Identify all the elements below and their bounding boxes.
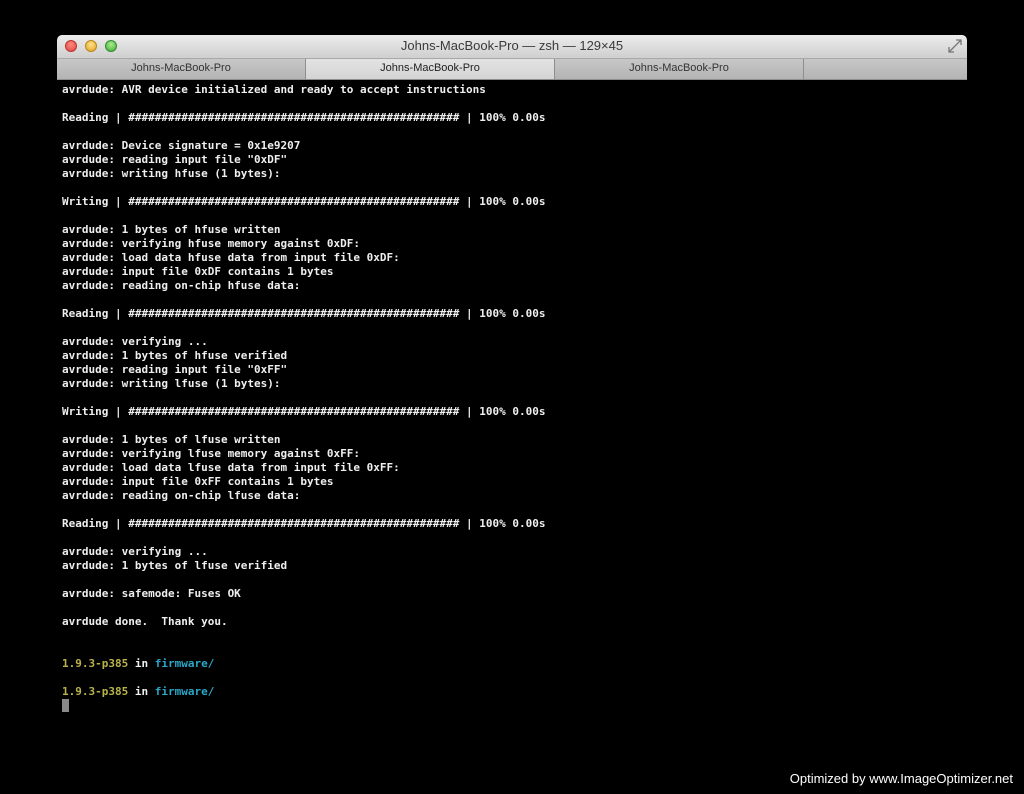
prompt-directory: firmware/ bbox=[154, 685, 215, 698]
text-cursor[interactable] bbox=[62, 699, 69, 712]
terminal-line: avrdude: verifying lfuse memory against … bbox=[62, 447, 361, 460]
terminal-line: avrdude: 1 bytes of hfuse verified bbox=[62, 349, 288, 362]
terminal-line: avrdude: input file 0xDF contains 1 byte… bbox=[62, 265, 334, 278]
watermark-text: Optimized by www.ImageOptimizer.net bbox=[789, 771, 1013, 786]
tab-3[interactable]: Johns-MacBook-Pro bbox=[555, 59, 804, 79]
terminal-line: Writing | ##############################… bbox=[62, 405, 546, 418]
fullscreen-icon[interactable] bbox=[947, 38, 963, 54]
terminal-line: avrdude: verifying ... bbox=[62, 335, 208, 348]
terminal-output[interactable]: avrdude: AVR device initialized and read… bbox=[62, 83, 962, 733]
terminal-line: avrdude: load data hfuse data from input… bbox=[62, 251, 400, 264]
terminal-line: avrdude: input file 0xFF contains 1 byte… bbox=[62, 475, 334, 488]
terminal-line: Reading | ##############################… bbox=[62, 307, 546, 320]
terminal-line: avrdude: load data lfuse data from input… bbox=[62, 461, 400, 474]
terminal-line: avrdude: reading input file "0xFF" bbox=[62, 363, 288, 376]
terminal-line: Writing | ##############################… bbox=[62, 195, 546, 208]
window-title: Johns-MacBook-Pro — zsh — 129×45 bbox=[400, 38, 624, 53]
terminal-window: Johns-MacBook-Pro — zsh — 129×45 Johns-M… bbox=[57, 35, 967, 745]
output-lines: avrdude: AVR device initialized and read… bbox=[62, 83, 962, 657]
prompt-directory: firmware/ bbox=[154, 657, 215, 670]
terminal-line: avrdude: writing lfuse (1 bytes): bbox=[62, 377, 281, 390]
tab-1[interactable]: Johns-MacBook-Pro bbox=[57, 59, 306, 79]
prompt-in: in bbox=[128, 685, 155, 698]
terminal-line: avrdude: 1 bytes of lfuse verified bbox=[62, 559, 288, 572]
terminal-line: Reading | ##############################… bbox=[62, 111, 546, 124]
prompt-line: 1.9.3-p385 in firmware/ bbox=[62, 685, 962, 699]
terminal-line: avrdude: safemode: Fuses OK bbox=[62, 587, 241, 600]
terminal-line: avrdude: reading input file "0xDF" bbox=[62, 153, 288, 166]
terminal-line: avrdude done. Thank you. bbox=[62, 615, 228, 628]
terminal-line: avrdude: verifying hfuse memory against … bbox=[62, 237, 361, 250]
terminal-line: avrdude: 1 bytes of hfuse written bbox=[62, 223, 281, 236]
tab-bar: Johns-MacBook-Pro Johns-MacBook-Pro John… bbox=[57, 59, 967, 80]
tab-bar-empty-area bbox=[804, 59, 967, 79]
cursor-line bbox=[62, 699, 962, 713]
terminal-line: Reading | ##############################… bbox=[62, 517, 546, 530]
terminal-line: avrdude: AVR device initialized and read… bbox=[62, 83, 486, 96]
terminal-line: avrdude: Device signature = 0x1e9207 bbox=[62, 139, 301, 152]
prompt-ruby-version: 1.9.3-p385 bbox=[62, 685, 129, 698]
terminal-line: avrdude: 1 bytes of lfuse written bbox=[62, 433, 281, 446]
prompt-ruby-version: 1.9.3-p385 bbox=[62, 657, 129, 670]
title-bar[interactable]: Johns-MacBook-Pro — zsh — 129×45 bbox=[57, 35, 967, 59]
prompt-line: 1.9.3-p385 in firmware/ bbox=[62, 657, 962, 671]
prompt-in: in bbox=[128, 657, 155, 670]
terminal-line: avrdude: reading on-chip lfuse data: bbox=[62, 489, 301, 502]
terminal-line: avrdude: writing hfuse (1 bytes): bbox=[62, 167, 281, 180]
terminal-line: avrdude: reading on-chip hfuse data: bbox=[62, 279, 301, 292]
tab-2[interactable]: Johns-MacBook-Pro bbox=[306, 59, 555, 79]
terminal-line: avrdude: verifying ... bbox=[62, 545, 208, 558]
